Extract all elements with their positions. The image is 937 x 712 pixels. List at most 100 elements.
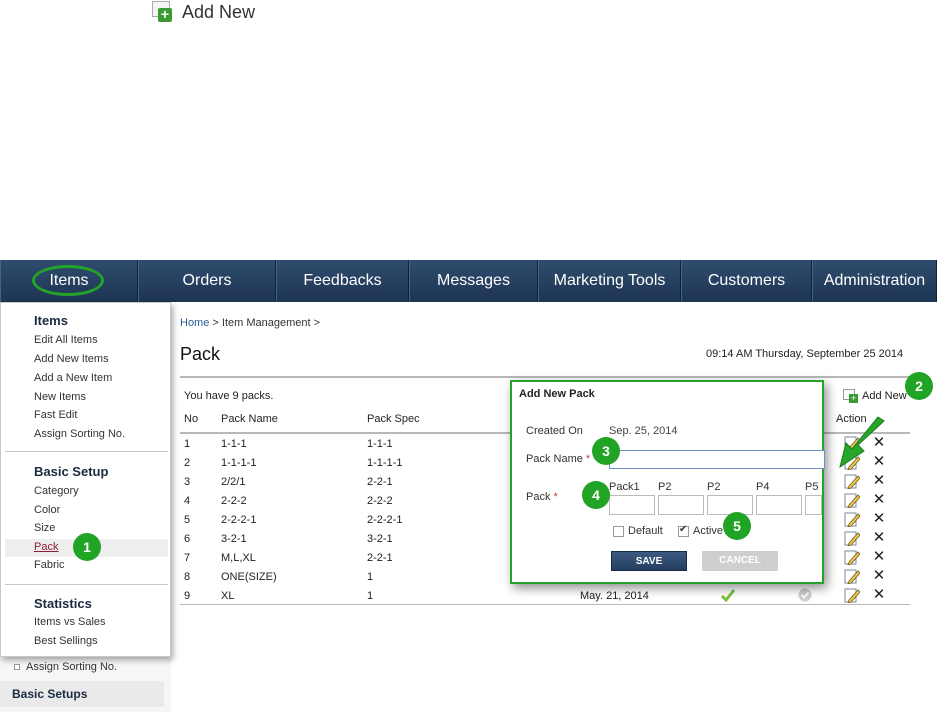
delete-icon[interactable]: ✕ [872,549,886,565]
pack-quantity-input[interactable] [805,495,822,515]
row-pack-spec: 3-2-1 [367,533,393,545]
row-pack-spec: 2-2-2 [367,495,393,507]
menu-new-items[interactable]: New Items [34,391,86,403]
row-pack-spec: 1-1-1-1 [367,457,403,469]
menu-add-a-new-item[interactable]: Add a New Item [34,372,112,384]
checkbox-box [613,525,624,537]
row-no: 1 [184,438,191,450]
menu-pack[interactable]: Pack [34,541,58,553]
edit-icon[interactable] [844,587,861,604]
active-check-icon [720,587,736,603]
pack-name-input[interactable] [609,450,825,469]
step-badge-5: 5 [723,512,751,540]
menu-fast-edit[interactable]: Fast Edit [34,409,77,421]
pack-quantity-input[interactable] [707,495,753,515]
cancel-button[interactable]: CANCEL [702,551,778,571]
top-add-new-label: Add New [182,1,256,22]
breadcrumb: Home > Item Management > [180,317,320,329]
row-pack-spec: 2-2-2-1 [367,514,403,526]
add-new-icon: + [150,1,174,23]
nav-messages[interactable]: Messages [409,260,538,302]
menu-color[interactable]: Color [34,504,60,516]
add-new-pack-label: Add New [862,390,907,402]
row-created-date: May. 21, 2014 [580,590,649,602]
delete-icon[interactable]: ✕ [872,492,886,508]
divider [180,376,910,378]
menu-add-new-items[interactable]: Add New Items [34,353,109,365]
table-row: 9 XL 1 May. 21, 2014 ✕ [180,586,910,605]
edit-icon[interactable] [844,530,861,547]
sidebar-basic-setups[interactable]: Basic Setups [0,681,164,707]
edit-icon[interactable] [844,473,861,490]
nav-marketing-tools[interactable]: Marketing Tools [538,260,681,302]
dropdown-statistics-title: Statistics [34,596,92,611]
breadcrumb-home[interactable]: Home [180,317,209,329]
row-pack-name: 3-2-1 [221,533,247,545]
row-no: 5 [184,514,191,526]
menu-category[interactable]: Category [34,485,79,497]
breadcrumb-sep: > [209,317,222,329]
edit-icon[interactable] [844,549,861,566]
edit-icon[interactable] [844,568,861,585]
row-no: 4 [184,495,191,507]
row-pack-spec: 2-2-1 [367,476,393,488]
current-datetime: 09:14 AM Thursday, September 25 2014 [706,348,904,360]
main-navbar: Items Orders Feedbacks Messages Marketin… [0,260,937,302]
items-dropdown-menu: Items Edit All Items Add New Items Add a… [0,302,171,657]
save-button[interactable]: SAVE [611,551,687,571]
dropdown-basic-setup-title: Basic Setup [34,464,109,479]
nav-admin-label: Administration [823,272,926,289]
nav-feedbacks[interactable]: Feedbacks [276,260,409,302]
row-pack-name: 1-1-1 [221,438,247,450]
header-pack-spec: Pack Spec [367,413,420,425]
nav-administration[interactable]: Administration [812,260,937,302]
nav-customers-label: Customers [707,272,786,289]
pack-col-label: P4 [756,481,770,493]
nav-marketing-label: Marketing Tools [553,272,666,289]
delete-icon[interactable]: ✕ [872,530,886,546]
menu-best-sellings[interactable]: Best Sellings [34,635,98,647]
add-new-pack-modal: Add New Pack Created On Sep. 25, 2014 Pa… [510,380,825,584]
pack-col-label: P2 [658,481,672,493]
row-no: 7 [184,552,191,564]
sidebar-assign-sorting[interactable]: Assign Sorting No. [14,661,117,673]
menu-items-vs-sales[interactable]: Items vs Sales [34,616,106,628]
top-add-new-button[interactable]: + Add New [150,0,255,24]
menu-edit-all-items[interactable]: Edit All Items [34,334,98,346]
menu-assign-sorting[interactable]: Assign Sorting No. [34,428,125,440]
menu-divider [5,584,168,585]
sidebar-remnant: Assign Sorting No. Basic Setups [0,657,171,712]
breadcrumb-sep: > [310,317,321,329]
nav-customers[interactable]: Customers [681,260,812,302]
delete-icon[interactable]: ✕ [872,587,886,603]
pack-name-label: Pack Name * [526,453,590,465]
breadcrumb-item-management[interactable]: Item Management [222,317,311,329]
pack-quantity-input[interactable] [609,495,655,515]
nav-orders[interactable]: Orders [138,260,276,302]
row-no: 8 [184,571,191,583]
row-pack-spec: 1 [367,590,374,602]
row-no: 6 [184,533,191,545]
step-badge-4: 4 [582,481,610,509]
nav-feedbacks-label: Feedbacks [303,272,382,289]
delete-icon[interactable]: ✕ [872,568,886,584]
bullet-icon [14,664,20,670]
edit-icon[interactable] [844,511,861,528]
default-checkbox[interactable]: Default [613,525,663,537]
header-pack-name: Pack Name [221,413,278,425]
pack-col-label: P2 [707,481,721,493]
edit-icon[interactable] [844,492,861,509]
delete-icon[interactable]: ✕ [872,511,886,527]
delete-icon[interactable]: ✕ [872,473,886,489]
menu-size[interactable]: Size [34,522,55,534]
nav-orders-label: Orders [182,272,232,289]
menu-divider [5,451,168,452]
row-pack-name: 2-2-2 [221,495,247,507]
pack-quantity-input[interactable] [756,495,802,515]
nav-items[interactable]: Items [0,260,138,302]
pack-quantity-input[interactable] [658,495,704,515]
row-pack-name: 2-2-2-1 [221,514,257,526]
active-checkbox[interactable]: Active [678,524,723,537]
menu-fabric[interactable]: Fabric [34,559,65,571]
add-new-pack-button[interactable]: + Add New [843,389,907,403]
